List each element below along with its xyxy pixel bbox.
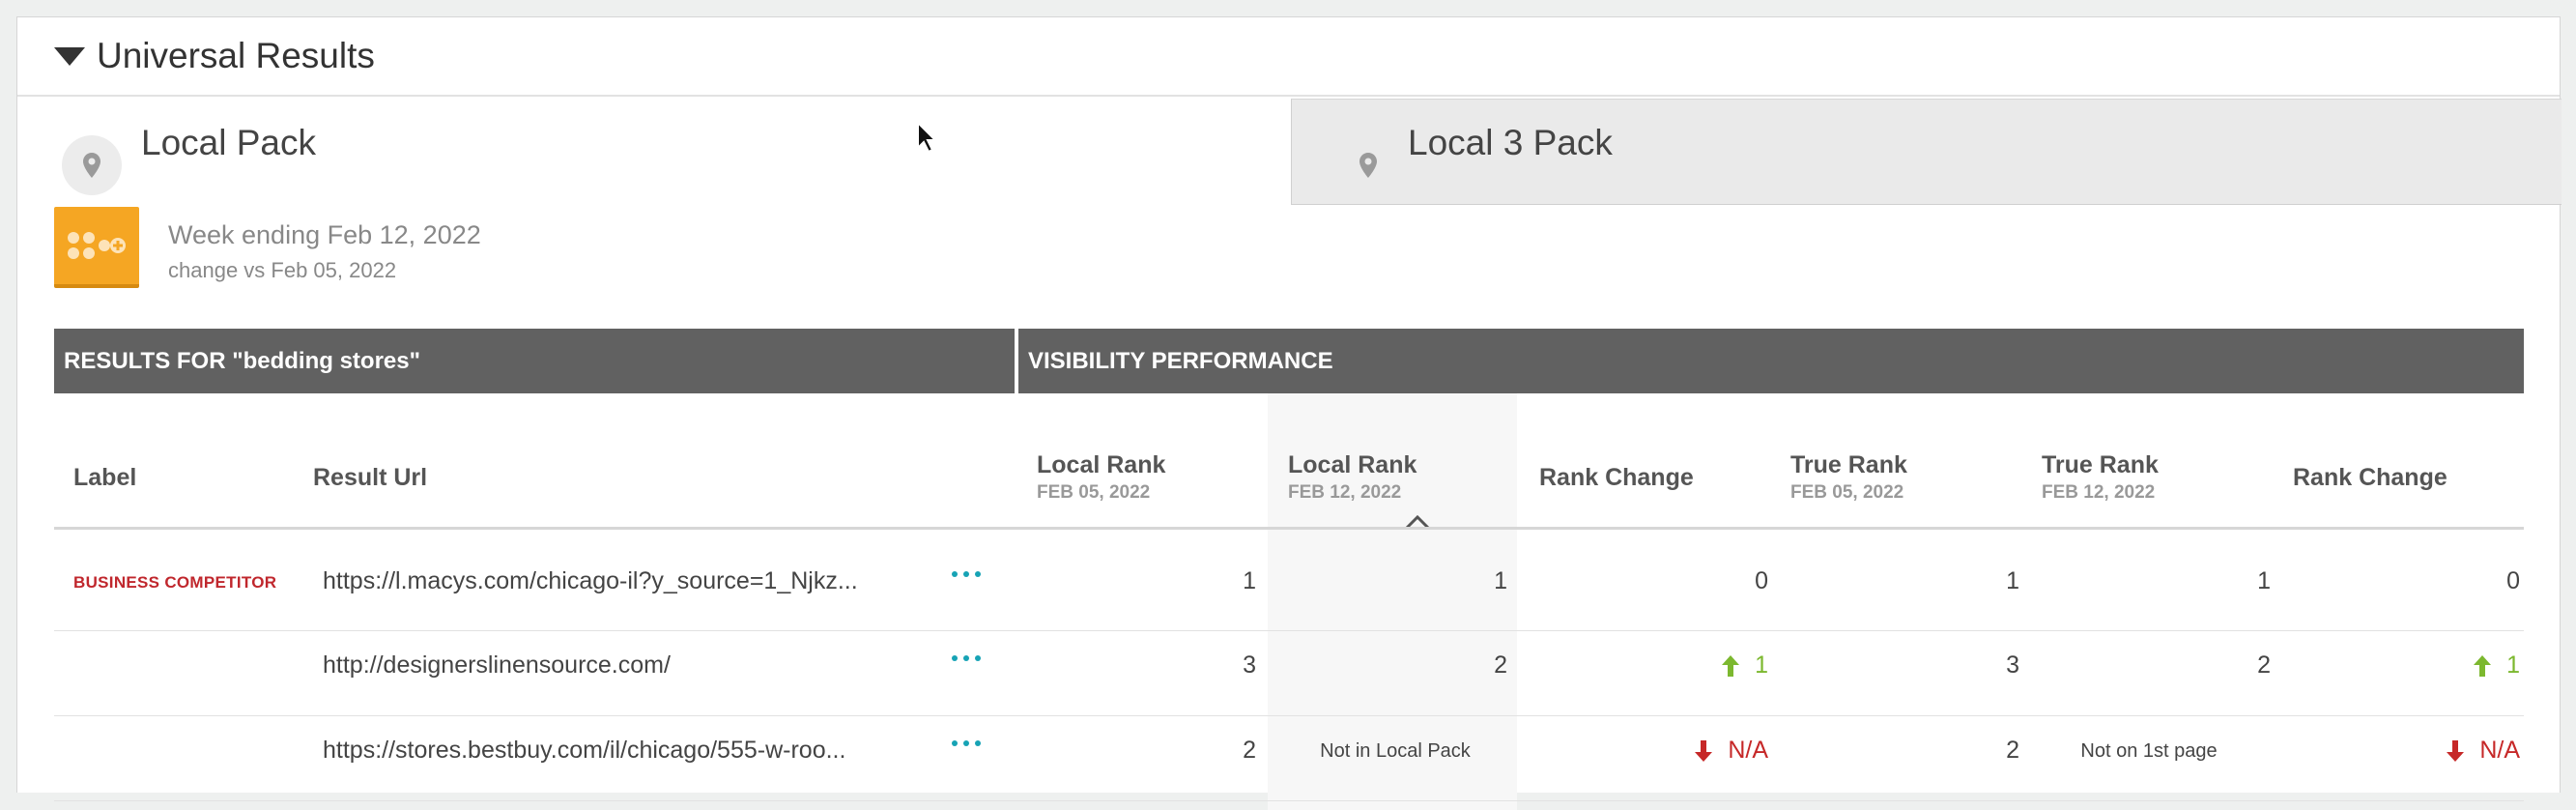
local-rank-change: 0 — [1755, 567, 1768, 594]
true-rank-change-value: 1 — [2506, 651, 2520, 679]
week-summary: Week ending Feb 12, 2022 change vs Feb 0… — [54, 207, 481, 294]
true-rank-prev: 2 — [2006, 737, 2019, 764]
col-true-rank-cur-date: FEB 12, 2022 — [2042, 482, 2156, 503]
arrow-down-icon — [2447, 739, 2465, 762]
local-rank-cur: 1 — [1494, 567, 1507, 594]
row-divider — [54, 715, 2524, 716]
week-ending-text: Week ending Feb 12, 2022 — [168, 220, 481, 249]
col-local-rank-prev[interactable]: Local Rank — [1037, 451, 1165, 479]
col-local-rank-change[interactable]: Rank Change — [1539, 464, 1694, 492]
results-group-header: RESULTS FOR "bedding stores" — [54, 329, 1015, 393]
local-pack-logo-icon — [54, 207, 139, 288]
col-result-url[interactable]: Result Url — [313, 464, 427, 492]
local-rank-change: 1 — [1525, 651, 1768, 680]
map-pin-icon — [62, 135, 122, 195]
sort-ascending-chevron-icon[interactable] — [1405, 514, 1430, 535]
more-options-icon[interactable] — [952, 740, 981, 746]
header-divider — [54, 527, 2524, 530]
local-rank-cur: Not in Local Pack — [1320, 740, 1471, 762]
competitor-badge: BUSINESS COMPETITOR — [73, 573, 277, 592]
universal-results-panel: Universal Results Local Pack Local 3 Pac… — [16, 16, 2562, 810]
arrow-up-icon — [2474, 654, 2492, 677]
visibility-group-header: VISIBILITY PERFORMANCE — [1018, 329, 2524, 393]
local-rank-prev: 3 — [1243, 651, 1256, 679]
col-true-rank-prev-date: FEB 05, 2022 — [1790, 482, 1904, 503]
true-rank-change: 1 — [2278, 651, 2520, 680]
local-rank-change-value: N/A — [1728, 737, 1768, 764]
section-header[interactable]: Universal Results — [17, 17, 2560, 97]
change-vs-text: change vs Feb 05, 2022 — [168, 258, 397, 282]
col-local-rank-prev-date: FEB 05, 2022 — [1037, 482, 1151, 503]
true-rank-change: N/A — [2278, 737, 2520, 765]
local-rank-prev: 1 — [1243, 567, 1256, 594]
tab-label: Local Pack — [141, 123, 316, 162]
more-options-icon[interactable] — [952, 571, 981, 577]
arrow-up-icon — [1722, 654, 1740, 677]
col-local-rank-cur-date: FEB 12, 2022 — [1288, 482, 1402, 503]
local-rank-change: N/A — [1525, 737, 1768, 765]
arrow-down-icon — [1695, 739, 1713, 762]
result-url-link[interactable]: http://designerslinensource.com/ — [323, 651, 671, 680]
col-true-rank-prev[interactable]: True Rank — [1790, 451, 1907, 479]
row-divider — [54, 630, 2524, 631]
collapse-triangle-icon[interactable] — [54, 46, 85, 66]
local-rank-change-value: 1 — [1755, 651, 1768, 679]
tab-local-pack[interactable]: Local Pack — [17, 99, 1291, 205]
mouse-cursor-icon — [916, 120, 938, 159]
col-local-rank-cur[interactable]: Local Rank — [1288, 451, 1417, 479]
true-rank-change-value: N/A — [2479, 737, 2520, 764]
more-options-icon[interactable] — [952, 655, 981, 661]
true-rank-cur: Not on 1st page — [2080, 740, 2218, 762]
true-rank-cur: 1 — [2257, 567, 2271, 594]
result-url-link[interactable]: https://l.macys.com/chicago-il?y_source=… — [323, 567, 858, 595]
true-rank-prev: 1 — [2006, 567, 2019, 594]
local-rank-cur: 2 — [1494, 651, 1507, 679]
local-rank-prev: 2 — [1243, 737, 1256, 764]
section-title: Universal Results — [97, 36, 375, 75]
col-label[interactable]: Label — [73, 464, 136, 492]
col-true-rank-change[interactable]: Rank Change — [2293, 464, 2447, 492]
true-rank-cur: 2 — [2257, 651, 2271, 679]
tab-bar: Local Pack Local 3 Pack — [17, 99, 2562, 205]
row-divider — [54, 800, 2524, 801]
true-rank-change: 0 — [2506, 567, 2520, 594]
tab-local-3-pack[interactable]: Local 3 Pack — [1291, 99, 2562, 205]
result-url-link[interactable]: https://stores.bestbuy.com/il/chicago/55… — [323, 737, 845, 765]
map-pin-icon — [1354, 146, 1383, 185]
tab-label: Local 3 Pack — [1408, 123, 1613, 162]
true-rank-prev: 3 — [2006, 651, 2019, 679]
col-true-rank-cur[interactable]: True Rank — [2042, 451, 2159, 479]
